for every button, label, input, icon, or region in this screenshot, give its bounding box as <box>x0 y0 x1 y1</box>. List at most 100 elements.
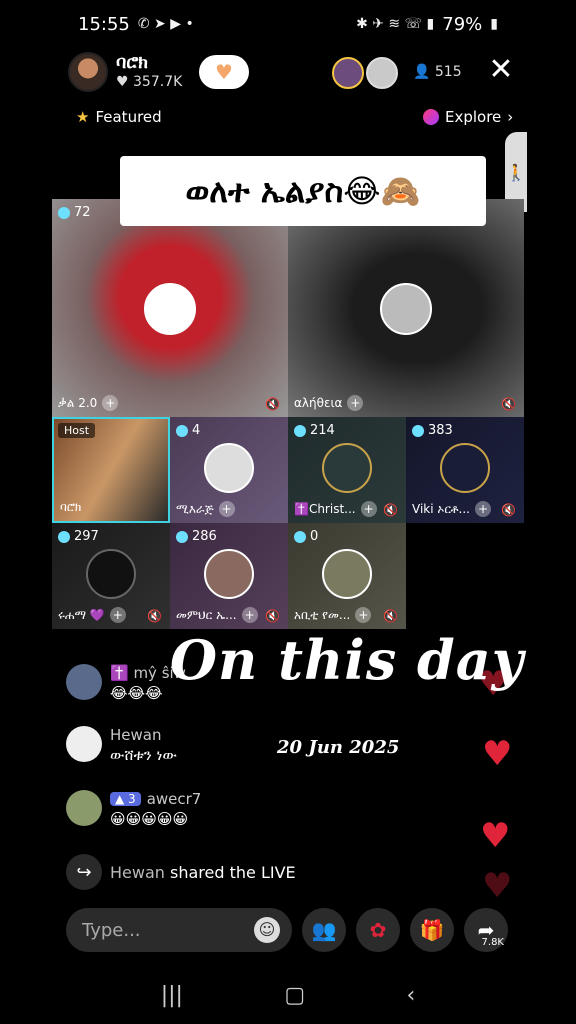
guest-tile[interactable]: 4 ሚእራጅ + <box>170 417 288 523</box>
host-tile[interactable]: Host ባሮክ <box>52 417 170 523</box>
guest-tile[interactable]: 214 ✝️Christ... + 🔇 <box>288 417 406 523</box>
mic-off-icon: 🔇 <box>147 609 162 623</box>
rose-gift-button[interactable]: ✿ <box>356 908 400 952</box>
tile-name: ሩሐማ 💜 + <box>58 607 126 623</box>
bottom-toolbar: Type... ☺ 👥 ✿ 🎁 ➦ 7.8K <box>66 908 512 952</box>
mic-off-icon: 🔇 <box>501 503 516 517</box>
guest-avatar[interactable] <box>322 443 372 493</box>
commenter-name[interactable]: Hewan <box>110 726 177 744</box>
featured-link[interactable]: ★ Featured <box>76 108 162 126</box>
mic-off-icon: 🔇 <box>501 397 516 411</box>
battery-percent: 79% <box>442 13 483 35</box>
comment-text: 😀😀😀😀😀 <box>110 810 189 828</box>
guest-tile[interactable]: 72 ቃል 2.0 + 🔇 <box>52 199 288 417</box>
add-icon[interactable]: + <box>360 501 377 517</box>
system-icons: ✱ ✈ ≋ ☏ ▮ <box>356 16 435 32</box>
tile-badge: 286 <box>176 529 217 544</box>
guest-avatar[interactable] <box>322 549 372 599</box>
guest-tile[interactable]: αλήθεια + 🔇 <box>288 199 524 417</box>
floating-heart-icon: ♥ <box>482 866 513 906</box>
gem-icon <box>58 206 70 219</box>
recent-apps-icon[interactable]: ||| <box>161 983 183 1008</box>
system-nav-bar: ||| ▢ ‹ <box>0 974 576 1016</box>
add-icon[interactable]: + <box>347 395 364 411</box>
guest-avatar[interactable] <box>380 283 432 335</box>
viewer-count[interactable]: 👤 515 <box>413 64 462 80</box>
tile-name: αλήθεια + <box>294 395 364 411</box>
viewer-avatar[interactable] <box>332 57 364 89</box>
guest-avatar[interactable] <box>86 549 136 599</box>
tile-name: ቃል 2.0 + <box>58 395 119 411</box>
person-icon: 🚶 <box>506 162 526 182</box>
share-icon: ↪ <box>66 854 102 890</box>
live-title-banner: ወለተ ኤልያስ😂🙈 <box>120 156 486 226</box>
mic-off-icon: 🔇 <box>383 503 398 517</box>
comment-item[interactable]: ▲ 3 awecr7 😀😀😀😀😀 <box>66 790 201 828</box>
guest-avatar[interactable] <box>144 283 196 335</box>
gem-icon <box>176 530 188 543</box>
tile-badge: 4 <box>176 423 200 438</box>
guest-tile[interactable]: 286 መምህር ኤ... + 🔇 <box>170 523 288 629</box>
host-avatar[interactable] <box>68 52 108 92</box>
comment-text: ውሸቱን ነው <box>110 746 177 764</box>
emoji-icon[interactable]: ☺ <box>254 917 280 943</box>
viewer-avatar[interactable] <box>366 57 398 89</box>
status-bar: 15:55 ✆ ➤ ▶ • ✱ ✈ ≋ ☏ ▮ 79% ▮ <box>0 0 576 48</box>
guest-avatar[interactable] <box>440 443 490 493</box>
mic-off-icon: 🔇 <box>265 609 280 623</box>
tile-name: ሚእራጅ + <box>176 501 235 517</box>
add-icon[interactable]: + <box>241 607 258 623</box>
featured-icon: ★ <box>76 108 90 126</box>
mic-off-icon: 🔇 <box>265 397 280 411</box>
top-viewers[interactable] <box>332 57 398 89</box>
commenter-avatar[interactable] <box>66 790 102 826</box>
explore-link[interactable]: Explore › <box>423 108 513 126</box>
guest-tile[interactable]: 383 Viki ኦርቶ... + 🔇 <box>406 417 524 523</box>
tile-name: Viki ኦርቶ... + <box>412 501 491 517</box>
add-icon[interactable]: + <box>102 395 119 411</box>
rose-icon: ✿ <box>369 918 387 942</box>
gem-icon <box>176 424 188 437</box>
guests-button[interactable]: 👥 <box>302 908 346 952</box>
follow-button[interactable]: ♥ <box>199 55 249 89</box>
floating-heart-icon: ♥ <box>482 734 513 774</box>
guest-tile[interactable]: 297 ሩሐማ 💜 + 🔇 <box>52 523 170 629</box>
host-name: ባሮክ <box>116 52 148 73</box>
guest-avatar[interactable] <box>204 549 254 599</box>
shared-text: shared the LIVE <box>170 862 296 882</box>
chevron-right-icon: › <box>507 108 514 126</box>
comment-item[interactable]: ✝️ mŷ ŝiŵ 😂😂😂 <box>66 664 186 702</box>
share-count: 7.8K <box>481 937 504 948</box>
add-icon[interactable]: + <box>355 607 372 623</box>
shared-user[interactable]: Hewan <box>110 863 165 882</box>
level-badge: ▲ 3 <box>110 792 141 806</box>
host-likes: ♥ 357.7K <box>116 74 183 90</box>
add-icon[interactable]: + <box>218 501 235 517</box>
tile-name: ✝️Christ... + <box>294 501 377 517</box>
share-button[interactable]: ➦ 7.8K <box>464 908 508 952</box>
floating-heart-icon: ♥ <box>480 816 511 856</box>
notification-icons: ✆ ➤ ▶ • <box>137 16 194 32</box>
commenter-avatar[interactable] <box>66 726 102 762</box>
people-icon: 👥 <box>311 918 337 942</box>
comment-item[interactable]: Hewan ውሸቱን ነው <box>66 726 177 764</box>
guest-avatar[interactable] <box>204 443 254 493</box>
battery-icon: ▮ <box>490 16 498 32</box>
comment-input[interactable]: Type... ☺ <box>66 908 292 952</box>
gem-icon <box>294 424 306 437</box>
commenter-name[interactable]: ▲ 3 awecr7 <box>110 790 201 808</box>
tile-badge: 383 <box>412 423 453 438</box>
gift-button[interactable]: 🎁 <box>410 908 454 952</box>
tile-badge: 72 <box>58 205 91 220</box>
shared-notice: ↪ Hewan shared the LIVE <box>66 854 296 890</box>
add-icon[interactable]: + <box>474 501 491 517</box>
gem-icon <box>412 424 424 437</box>
commenter-avatar[interactable] <box>66 664 102 700</box>
guest-tile[interactable]: 0 አቢቲ የመ... + 🔇 <box>288 523 406 629</box>
back-icon[interactable]: ‹ <box>406 983 415 1008</box>
host-card[interactable]: ባሮክ ♥ 357.7K <box>68 52 182 92</box>
home-icon[interactable]: ▢ <box>284 983 305 1008</box>
close-button[interactable]: ✕ <box>486 55 516 85</box>
comment-placeholder: Type... <box>82 919 141 941</box>
add-icon[interactable]: + <box>109 607 126 623</box>
